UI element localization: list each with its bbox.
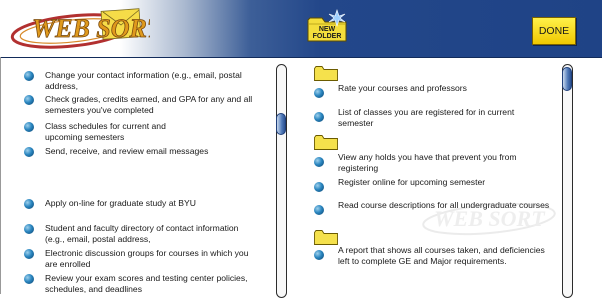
bullet-icon[interactable] bbox=[24, 199, 34, 209]
bullet-icon[interactable] bbox=[314, 182, 324, 192]
item-label: List of classes you are registered for i… bbox=[338, 107, 515, 128]
item-label: Read course descriptions for all undergr… bbox=[338, 200, 550, 210]
bullet-icon[interactable] bbox=[314, 205, 324, 215]
folders-panel: Rate your courses and professors List of… bbox=[300, 58, 602, 298]
bullet-icon[interactable] bbox=[24, 95, 34, 105]
list-item[interactable]: Send, receive, and review email messages bbox=[0, 146, 260, 157]
list-item[interactable]: Change your contact information (e.g., e… bbox=[0, 70, 260, 91]
new-folder-button[interactable]: NEW FOLDER bbox=[305, 8, 349, 44]
left-scrollbar-thumb[interactable] bbox=[276, 113, 286, 135]
folder-icon[interactable] bbox=[314, 230, 338, 245]
right-scrollbar[interactable] bbox=[562, 64, 573, 298]
bullet-icon[interactable] bbox=[24, 122, 34, 132]
bullet-icon[interactable] bbox=[314, 250, 324, 260]
list-item[interactable]: List of classes you are registered for i… bbox=[300, 107, 550, 128]
bullet-icon[interactable] bbox=[314, 88, 324, 98]
app-header: WEB SORT NEW FOLDER DONE bbox=[0, 0, 602, 58]
item-label: Rate your courses and professors bbox=[338, 83, 467, 93]
list-item[interactable]: Apply on-line for graduate study at BYU bbox=[0, 198, 260, 209]
list-item[interactable]: View any holds you have that prevent you… bbox=[300, 152, 520, 173]
bullet-icon[interactable] bbox=[24, 224, 34, 234]
list-item[interactable]: Electronic discussion groups for courses… bbox=[0, 248, 256, 269]
item-label: Check grades, credits earned, and GPA fo… bbox=[45, 94, 253, 115]
bullet-icon[interactable] bbox=[24, 249, 34, 259]
list-item[interactable]: Review your exam scores and testing cent… bbox=[0, 273, 256, 294]
list-item[interactable]: Read course descriptions for all undergr… bbox=[300, 200, 550, 215]
list-item[interactable]: Register online for upcoming semester bbox=[300, 177, 550, 192]
folder-icon[interactable] bbox=[314, 135, 338, 150]
folder-icon[interactable] bbox=[314, 66, 338, 81]
item-label: Register online for upcoming semester bbox=[338, 177, 486, 187]
item-label: Apply on-line for graduate study at BYU bbox=[45, 198, 196, 208]
new-folder-label-line2: FOLDER bbox=[313, 33, 342, 40]
left-scrollbar[interactable] bbox=[276, 64, 287, 298]
item-label: Review your exam scores and testing cent… bbox=[45, 273, 248, 294]
bullet-icon[interactable] bbox=[24, 71, 34, 81]
item-label: Electronic discussion groups for courses… bbox=[45, 248, 249, 269]
item-label: Change your contact information (e.g., e… bbox=[45, 70, 242, 91]
list-item[interactable]: A report that shows all courses taken, a… bbox=[300, 245, 550, 266]
new-folder-label-line1: NEW bbox=[319, 26, 336, 33]
unsorted-items-panel: Change your contact information (e.g., e… bbox=[0, 58, 300, 298]
svg-text:WEB SORT: WEB SORT bbox=[32, 14, 150, 43]
right-scrollbar-thumb[interactable] bbox=[562, 67, 572, 91]
item-label: Student and faculty directory of contact… bbox=[45, 223, 239, 244]
list-item[interactable]: Class schedules for current and upcoming… bbox=[0, 121, 200, 142]
list-item[interactable]: Student and faculty directory of contact… bbox=[0, 223, 256, 244]
item-label: Send, receive, and review email messages bbox=[45, 146, 209, 156]
item-label: A report that shows all courses taken, a… bbox=[338, 245, 545, 266]
new-folder-icon: NEW FOLDER bbox=[307, 9, 347, 42]
bullet-icon[interactable] bbox=[314, 112, 324, 122]
done-button[interactable]: DONE bbox=[532, 17, 576, 45]
bullet-icon[interactable] bbox=[314, 157, 324, 167]
websort-logo: WEB SORT bbox=[10, 8, 150, 49]
bullet-icon[interactable] bbox=[24, 274, 34, 284]
item-label: View any holds you have that prevent you… bbox=[338, 152, 517, 173]
list-item[interactable]: Check grades, credits earned, and GPA fo… bbox=[0, 94, 260, 115]
bullet-icon[interactable] bbox=[24, 147, 34, 157]
item-label: Class schedules for current and upcoming… bbox=[45, 121, 166, 142]
list-item[interactable]: Rate your courses and professors bbox=[300, 83, 550, 98]
